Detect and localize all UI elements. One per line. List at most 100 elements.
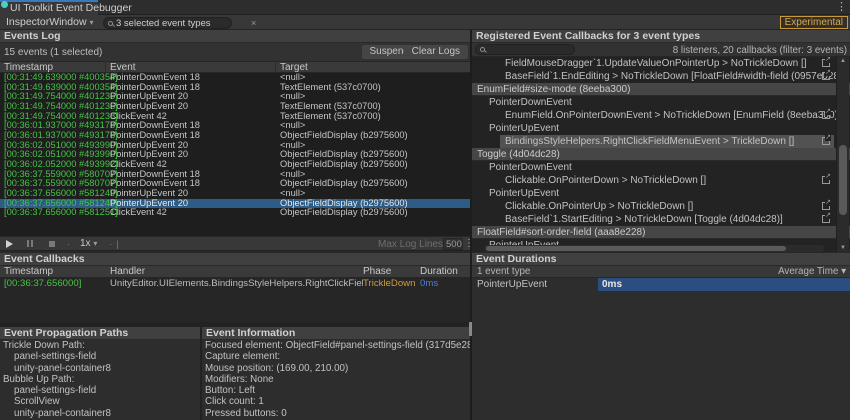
event-type-row[interactable]: PointerUpEvent — [472, 187, 850, 200]
search-icon — [108, 21, 113, 26]
registered-callbacks-header: Registered Event Callbacks for 3 event t… — [472, 30, 850, 43]
log-timestamp: [00:36:37.656000 #581251] — [0, 208, 106, 218]
event-type-row[interactable]: PointerDownEvent — [472, 96, 850, 109]
propagation-path-line: panel-settings-field — [0, 385, 200, 396]
event-callbacks-list[interactable]: [00:36:37.656000]UnityEditor.UIElements.… — [0, 278, 470, 322]
chevron-down-icon: ▾ — [93, 239, 97, 248]
propagation-paths-header: Event Propagation Paths — [0, 327, 200, 340]
listeners-summary: 8 listeners, 20 callbacks (filter: 3 eve… — [673, 45, 847, 56]
callbacks-column-header[interactable]: Timestamp Handler Phase Duration — [0, 266, 470, 278]
event-durations-header: Event Durations — [472, 253, 850, 266]
duration-row[interactable]: PointerUpEvent0ms — [472, 278, 850, 291]
registered-callback-row[interactable]: Clickable.OnPointerDown > NoTrickleDown … — [472, 174, 850, 187]
element-group-row[interactable]: EnumField#size-mode (8eeba300) — [472, 83, 850, 96]
event-type-row[interactable]: PointerDownEvent — [472, 161, 850, 174]
event-type-search[interactable]: × — [103, 17, 232, 29]
sort-dropdown[interactable]: Average Time ▾ — [778, 266, 846, 278]
experimental-badge: Experimental — [780, 16, 848, 29]
max-log-lines-label: Max Log Lines — [378, 239, 443, 250]
stop-icon[interactable] — [49, 241, 55, 247]
element-group-row[interactable]: Toggle (4d04dc28) — [472, 148, 850, 161]
step-forward-icon[interactable]: · — [109, 239, 112, 249]
log-target: ObjectFieldDisplay (b2975600) — [276, 179, 470, 189]
col-target[interactable]: Target — [276, 62, 470, 73]
log-target: ObjectFieldDisplay (b2975600) — [276, 160, 470, 170]
open-source-icon[interactable] — [822, 72, 830, 80]
events-log-statusbar: 15 events (1 selected) Suspend Clear Log… — [0, 43, 470, 62]
playback-bar: · 1x ▾ · | Max Log Lines ⋮ — [0, 236, 470, 251]
clear-search-icon[interactable]: × — [251, 18, 261, 28]
window-menu-icon[interactable]: ⋮ — [836, 1, 847, 14]
debugger-toolbar: InspectorWindow ▾ × Experimental — [0, 15, 850, 30]
scrollbar-thumb[interactable] — [839, 145, 847, 215]
panel-picker-dropdown[interactable]: InspectorWindow ▾ — [2, 16, 97, 29]
registered-callback-row[interactable]: BindingsStyleHelpers.RightClickFieldMenu… — [472, 135, 850, 148]
callback-timestamp: [00:36:37.656000] — [0, 278, 106, 290]
col-handler[interactable]: Handler — [106, 266, 363, 277]
step-back-icon[interactable]: · — [67, 239, 70, 249]
chevron-down-icon: ▾ — [89, 18, 93, 27]
callback-text: BaseField`1.StartEditing > NoTrickleDown… — [505, 214, 783, 225]
search-input[interactable] — [113, 18, 251, 29]
vertical-scrollbar[interactable]: ▲ ▼ — [836, 57, 849, 252]
element-group-row[interactable]: FloatField#sort-order-field (aaa8e228) — [472, 226, 850, 239]
event-info-line: Capture element: — [202, 351, 470, 362]
events-log-list[interactable]: [00:31:49.639000 #400354]PointerDownEven… — [0, 73, 470, 236]
open-source-icon[interactable] — [822, 176, 830, 184]
registered-callback-row[interactable]: EnumField.OnPointerDownEvent > NoTrickle… — [472, 109, 850, 122]
event-info-line: Pressed buttons: 0 — [202, 408, 470, 419]
event-type-row[interactable]: PointerUpEvent — [472, 122, 850, 135]
scroll-down-icon[interactable]: ▼ — [837, 245, 849, 251]
tab-event-debugger[interactable]: UI Toolkit Event Debugger — [0, 0, 98, 15]
registered-callbacks-list[interactable]: FieldMouseDragger`1.UpdateValueOnPointer… — [472, 57, 850, 252]
open-source-icon[interactable] — [822, 111, 830, 119]
scrollbar-thumb[interactable] — [486, 246, 786, 251]
open-source-icon[interactable] — [822, 137, 830, 145]
callbacks-search[interactable] — [475, 44, 575, 55]
col-duration[interactable]: Duration — [420, 266, 470, 277]
propagation-path-line: ScrollView — [0, 396, 200, 407]
callback-text: FieldMouseDragger`1.UpdateValueOnPointer… — [505, 58, 807, 69]
search-icon — [480, 47, 485, 52]
propagation-path-line: Trickle Down Path: — [0, 340, 200, 351]
events-log-column-header[interactable]: Timestamp Event Target — [0, 62, 470, 73]
chevron-down-icon: ▾ — [841, 266, 846, 277]
open-source-icon[interactable] — [822, 215, 830, 223]
callback-text: Clickable.OnPointerDown > NoTrickleDown … — [505, 175, 706, 186]
callback-text: Clickable.OnPointerUp > NoTrickleDown [] — [505, 201, 693, 212]
registered-callback-row[interactable]: BaseField`1.EndEditing > NoTrickleDown [… — [472, 70, 850, 83]
event-info-line: Button: Left — [202, 385, 470, 396]
pause-icon[interactable] — [27, 240, 33, 247]
col-phase[interactable]: Phase — [363, 266, 420, 277]
col-event[interactable]: Event — [106, 62, 276, 73]
panel-picker-label: InspectorWindow — [6, 16, 87, 28]
event-information-content: Focused element: ObjectField#panel-setti… — [202, 340, 470, 420]
registered-callback-row[interactable]: BaseField`1.StartEditing > NoTrickleDown… — [472, 213, 850, 226]
callback-text: EnumField.OnPointerDownEvent > NoTrickle… — [505, 110, 841, 121]
horizontal-scrollbar[interactable] — [484, 245, 824, 252]
open-source-icon[interactable] — [822, 202, 830, 210]
event-info-line: Modifiers: None — [202, 374, 470, 385]
col-timestamp[interactable]: Timestamp — [0, 62, 106, 73]
event-info-line: Click count: 1 — [202, 396, 470, 407]
clear-logs-button[interactable]: Clear Logs — [404, 45, 468, 59]
callback-text: BindingsStyleHelpers.RightClickFieldMenu… — [505, 136, 794, 147]
speed-dropdown[interactable]: 1x ▾ — [80, 238, 97, 249]
registered-callback-row[interactable]: Clickable.OnPointerUp > NoTrickleDown [] — [472, 200, 850, 213]
log-event: ClickEvent 42 — [106, 208, 276, 218]
callback-duration: 0ms — [420, 278, 470, 290]
open-source-icon[interactable] — [822, 59, 830, 67]
duration-bar: 0ms — [598, 278, 850, 291]
event-info-line: Focused element: ObjectField#panel-setti… — [202, 340, 470, 351]
log-row[interactable]: [00:36:37.656000 #581251]ClickEvent 42Ob… — [0, 208, 470, 218]
max-log-lines-input[interactable] — [443, 238, 463, 250]
scroll-up-icon[interactable]: ▲ — [837, 58, 849, 64]
play-icon[interactable] — [6, 240, 13, 248]
callback-phase: TrickleDown — [363, 278, 420, 290]
propagation-path-line: panel-settings-field — [0, 351, 200, 362]
propagation-path-line: unity-panel-container8 — [0, 408, 200, 419]
callback-row[interactable]: [00:36:37.656000]UnityEditor.UIElements.… — [0, 278, 470, 290]
log-target: ObjectFieldDisplay (b2975600) — [276, 131, 470, 141]
registered-callback-row[interactable]: FieldMouseDragger`1.UpdateValueOnPointer… — [472, 57, 850, 70]
col-timestamp[interactable]: Timestamp — [0, 266, 106, 277]
